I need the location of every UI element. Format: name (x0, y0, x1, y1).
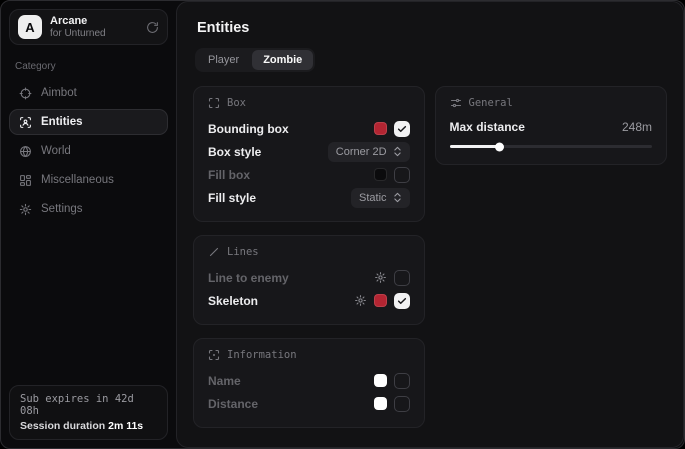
page-title: Entities (197, 20, 667, 36)
setting-row-distance: Distance (208, 392, 410, 415)
information-card: Information Name Distance (193, 338, 425, 428)
app-window: A Arcane for Unturned Category Aimbot (0, 0, 685, 449)
sidebar-item-settings[interactable]: Settings (9, 196, 168, 222)
scan-box-icon (208, 97, 220, 109)
content-columns: Box Bounding box Box style (193, 86, 667, 428)
sidebar-item-entities[interactable]: Entities (9, 109, 168, 135)
gear-icon (18, 203, 32, 216)
setting-row-name: Name (208, 369, 410, 392)
setting-row-fill-style: Fill style Static (208, 186, 410, 209)
setting-row-max-distance: Max distance 248m (450, 117, 652, 137)
card-title: Box (227, 97, 246, 109)
sidebar-item-label: Settings (41, 203, 83, 215)
box-style-dropdown[interactable]: Corner 2D (328, 142, 410, 162)
sidebar-item-miscellaneous[interactable]: Miscellaneous (9, 167, 168, 193)
right-column: General Max distance 248m (435, 86, 667, 165)
card-title: Information (227, 349, 297, 361)
setting-row-fill-box: Fill box (208, 163, 410, 186)
left-column: Box Bounding box Box style (193, 86, 425, 428)
bounding-box-checkbox[interactable] (394, 121, 410, 137)
grid-icon (18, 174, 32, 187)
tab-zombie[interactable]: Zombie (252, 50, 313, 70)
line-settings-gear-icon[interactable] (374, 271, 387, 284)
session-duration-text: Session duration 2m 11s (20, 420, 157, 432)
brand-avatar: A (18, 15, 42, 39)
sub-expiry-text: Sub expires in 42d 08h (20, 393, 157, 417)
brand-block: Arcane for Unturned (50, 15, 138, 39)
tab-player[interactable]: Player (197, 50, 250, 70)
skeleton-checkbox[interactable] (394, 293, 410, 309)
distance-checkbox[interactable] (394, 396, 410, 412)
skeleton-settings-gear-icon[interactable] (354, 294, 367, 307)
brand-name: Arcane (50, 15, 138, 28)
slider-fill (450, 145, 500, 148)
max-distance-slider[interactable] (450, 145, 652, 148)
card-title: Lines (227, 246, 259, 258)
entity-tabs: Player Zombie (195, 48, 315, 72)
color-swatch[interactable] (374, 122, 387, 135)
sync-icon[interactable] (146, 21, 159, 34)
subscription-footer: Sub expires in 42d 08h Session duration … (9, 385, 168, 440)
globe-icon (18, 145, 32, 158)
name-checkbox[interactable] (394, 373, 410, 389)
sidebar-item-world[interactable]: World (9, 138, 168, 164)
color-swatch[interactable] (374, 168, 387, 181)
chevron-up-down-icon (393, 192, 402, 203)
profile-card: A Arcane for Unturned (9, 9, 168, 45)
sidebar-item-label: Aimbot (41, 87, 77, 99)
main-panel: Entities Player Zombie Box (176, 1, 684, 448)
max-distance-value: 248m (622, 120, 652, 134)
setting-row-skeleton: Skeleton (208, 289, 410, 312)
general-card: General Max distance 248m (435, 86, 667, 165)
sidebar-item-label: Entities (41, 116, 83, 128)
slider-thumb[interactable] (495, 142, 504, 151)
line-icon (208, 246, 220, 258)
brand-subtitle: for Unturned (50, 28, 138, 40)
card-title: General (469, 97, 513, 109)
entities-icon (18, 116, 32, 129)
sidebar-item-label: World (41, 145, 71, 157)
info-scan-icon (208, 349, 220, 361)
sidebar-nav: Aimbot Entities World (9, 80, 168, 222)
sidebar-item-label: Miscellaneous (41, 174, 114, 186)
fill-box-checkbox[interactable] (394, 167, 410, 183)
chevron-up-down-icon (393, 146, 402, 157)
fill-style-dropdown[interactable]: Static (351, 188, 410, 208)
color-swatch[interactable] (374, 374, 387, 387)
sidebar: A Arcane for Unturned Category Aimbot (1, 1, 176, 448)
box-card: Box Bounding box Box style (193, 86, 425, 222)
color-swatch[interactable] (374, 294, 387, 307)
setting-row-line-to-enemy: Line to enemy (208, 266, 410, 289)
setting-row-bounding-box: Bounding box (208, 117, 410, 140)
setting-row-box-style: Box style Corner 2D (208, 140, 410, 163)
category-label: Category (15, 61, 162, 72)
lines-card: Lines Line to enemy (193, 235, 425, 325)
crosshair-icon (18, 87, 32, 100)
sliders-icon (450, 97, 462, 109)
color-swatch[interactable] (374, 397, 387, 410)
line-to-enemy-checkbox[interactable] (394, 270, 410, 286)
sidebar-item-aimbot[interactable]: Aimbot (9, 80, 168, 106)
